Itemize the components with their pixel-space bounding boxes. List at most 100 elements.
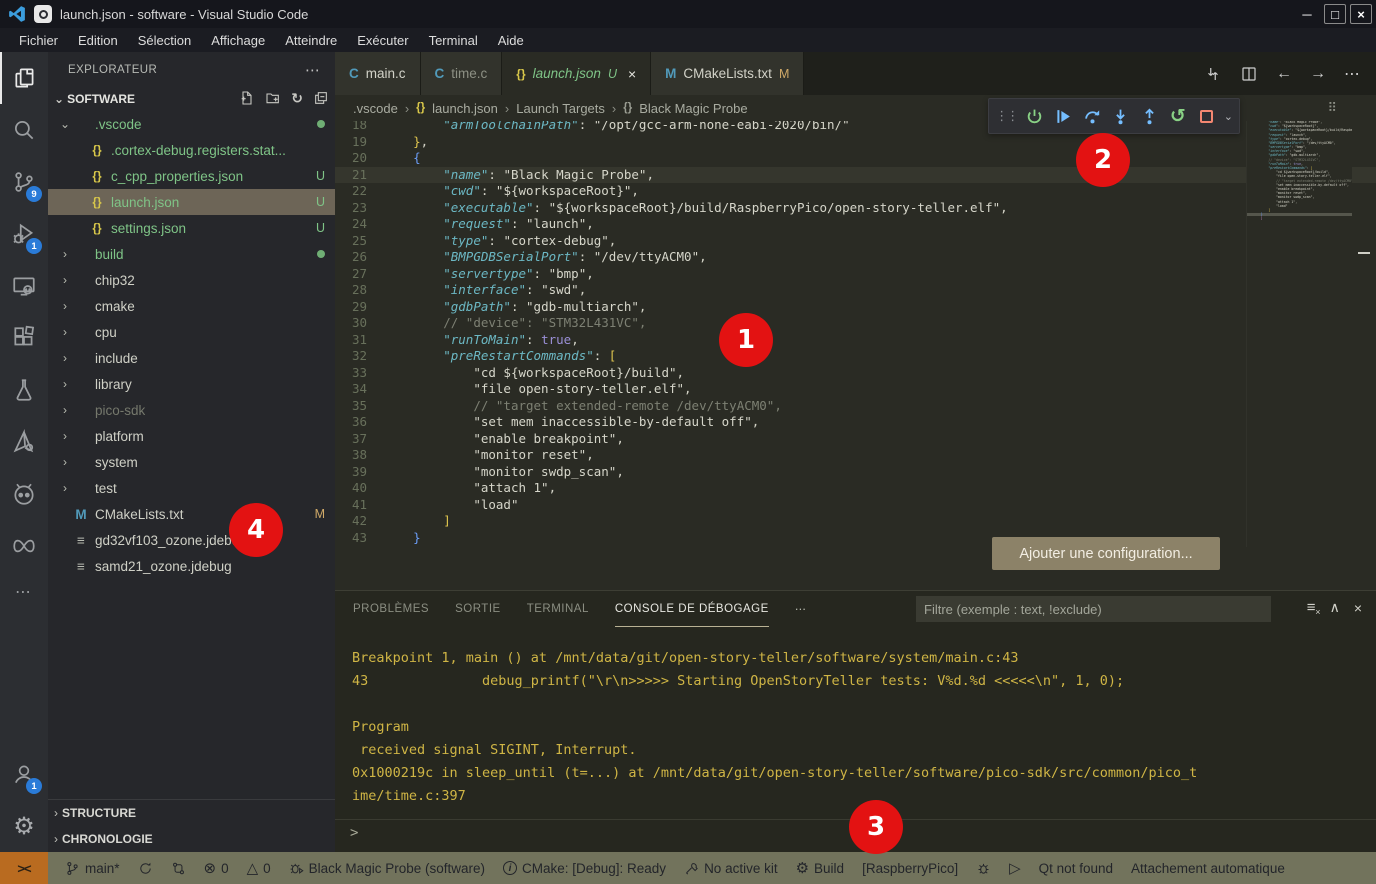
- panel-tab-proble-mes[interactable]: PROBLÈMES: [353, 591, 429, 627]
- maximize-button[interactable]: □: [1324, 4, 1346, 24]
- tree-item-build[interactable]: ›build: [48, 241, 335, 267]
- panel-tab-sortie[interactable]: SORTIE: [455, 591, 501, 627]
- restart-icon[interactable]: ↺: [1167, 103, 1190, 129]
- menu-terminal[interactable]: Terminal: [420, 31, 487, 50]
- tree-item-test[interactable]: ›test: [48, 475, 335, 501]
- toolbar-grip-icon[interactable]: ⋮⋮: [995, 103, 1018, 129]
- tree-item-cmake[interactable]: ›cmake: [48, 293, 335, 319]
- close-button[interactable]: ×: [1350, 4, 1372, 24]
- menu-edition[interactable]: Edition: [69, 31, 127, 50]
- code-line-19[interactable]: 19 },: [335, 134, 1376, 151]
- tree-item--vscode[interactable]: ⌄.vscode: [48, 111, 335, 137]
- activity-platformio-icon[interactable]: [0, 468, 48, 520]
- code-editor[interactable]: 16 "interface": "swd",17 "runToMain": tr…: [335, 95, 1376, 547]
- code-line-40[interactable]: 40 "attach 1",: [335, 480, 1376, 497]
- tree-item-system[interactable]: ›system: [48, 449, 335, 475]
- menu-affichage[interactable]: Affichage: [202, 31, 274, 50]
- code-line-36[interactable]: 36 "set mem inaccessible-by-default off"…: [335, 414, 1376, 431]
- status-main[interactable]: main*: [58, 852, 127, 884]
- step-into-icon[interactable]: [1109, 103, 1132, 129]
- menu-fichier[interactable]: Fichier: [10, 31, 67, 50]
- menu-selection[interactable]: Sélection: [129, 31, 200, 50]
- code-line-25[interactable]: 25 "type": "cortex-debug",: [335, 233, 1376, 250]
- continue-icon[interactable]: [1052, 103, 1075, 129]
- section-chronologie[interactable]: ›CHRONOLOGIE: [48, 826, 335, 852]
- activity-explorer-icon[interactable]: [0, 52, 48, 104]
- new-file-icon[interactable]: [239, 90, 255, 109]
- disconnect-icon[interactable]: [1024, 103, 1047, 129]
- code-line-34[interactable]: 34 "file open-story-teller.elf",: [335, 381, 1376, 398]
- code-line-28[interactable]: 28 "interface": "swd",: [335, 282, 1376, 299]
- status-build[interactable]: ⚙Build: [789, 852, 851, 884]
- activity-search-icon[interactable]: [0, 104, 48, 156]
- status-no-active-kit[interactable]: No active kit: [677, 852, 785, 884]
- activity-settings-gear-icon[interactable]: ⚙: [0, 800, 48, 852]
- activity-more-icon[interactable]: ⋯: [0, 572, 48, 612]
- status-attachement-automatique[interactable]: Attachement automatique: [1124, 852, 1292, 884]
- workspace-section-header[interactable]: ⌄ SOFTWARE ↻: [48, 87, 335, 111]
- activity-account-icon[interactable]: 1: [0, 748, 48, 800]
- tree-item-cpu[interactable]: ›cpu: [48, 319, 335, 345]
- close-tab-icon[interactable]: ×: [628, 66, 636, 82]
- breadcrumb-item[interactable]: .vscode: [353, 101, 398, 116]
- code-line-31[interactable]: 31 "runToMain": true,: [335, 332, 1376, 349]
- tree-item--cortex-debug-registers-stat-[interactable]: {}.cortex-debug.registers.stat...: [48, 137, 335, 163]
- close-panel-icon[interactable]: ×: [1354, 600, 1362, 616]
- more-actions-icon[interactable]: ⋯: [1344, 64, 1360, 84]
- code-line-22[interactable]: 22 "cwd": "${workspaceRoot}",: [335, 183, 1376, 200]
- panel-tab-terminal[interactable]: TERMINAL: [527, 591, 589, 627]
- code-line-37[interactable]: 37 "enable breakpoint",: [335, 431, 1376, 448]
- clear-console-icon[interactable]: ≡×: [1307, 599, 1316, 616]
- activity-cmake-tools-icon[interactable]: [0, 416, 48, 468]
- tree-item-samd21-ozone-jdebug[interactable]: ≡samd21_ozone.jdebug: [48, 553, 335, 579]
- status-cmake-debug-ready[interactable]: iCMake: [Debug]: Ready: [496, 852, 673, 884]
- tree-item-c-cpp-properties-json[interactable]: {}c_cpp_properties.jsonU: [48, 163, 335, 189]
- refresh-icon[interactable]: ↻: [291, 90, 303, 109]
- code-line-26[interactable]: 26 "BMPGDBSerialPort": "/dev/ttyACM0",: [335, 249, 1376, 266]
- code-line-24[interactable]: 24 "request": "launch",: [335, 216, 1376, 233]
- status-bug[interactable]: [969, 852, 998, 884]
- status-sync[interactable]: [131, 852, 160, 884]
- tree-item-cmakelists-txt[interactable]: MCMakeLists.txtM: [48, 501, 335, 527]
- code-line-20[interactable]: 20 {: [335, 150, 1376, 167]
- tree-item-include[interactable]: ›include: [48, 345, 335, 371]
- sidebar-more-icon[interactable]: ⋯: [305, 61, 321, 79]
- tab-time-c[interactable]: Ctime.c: [421, 52, 503, 95]
- status-raspberrypico[interactable]: [RaspberryPico]: [855, 852, 965, 884]
- minimap[interactable]: "interface": "swd", "runToMain": true, "…: [1246, 95, 1352, 547]
- add-configuration-button[interactable]: Ajouter une configuration...: [992, 537, 1220, 570]
- tree-item-library[interactable]: ›library: [48, 371, 335, 397]
- debug-filter-input[interactable]: Filtre (exemple : text, !exclude): [916, 596, 1271, 622]
- tree-item-launch-json[interactable]: {}launch.jsonU: [48, 189, 335, 215]
- navigate-back-icon[interactable]: ←: [1276, 65, 1292, 83]
- panel-tab-console-de-de-bogage[interactable]: CONSOLE DE DÉBOGAGE: [615, 591, 769, 627]
- status-black-magic-probe-software[interactable]: Black Magic Probe (software): [282, 852, 492, 884]
- scrollbar[interactable]: [1352, 95, 1376, 547]
- remote-indicator[interactable]: ><: [0, 852, 48, 884]
- tab-cmakelists-txt[interactable]: MCMakeLists.txtM: [651, 52, 804, 95]
- menu-executer[interactable]: Exécuter: [348, 31, 417, 50]
- menu-atteindre[interactable]: Atteindre: [276, 31, 346, 50]
- code-line-23[interactable]: 23 "executable": "${workspaceRoot}/build…: [335, 200, 1376, 217]
- breadcrumb-item[interactable]: Launch Targets: [516, 101, 605, 116]
- code-line-32[interactable]: 32 "preRestartCommands": [: [335, 348, 1376, 365]
- tree-item-pico-sdk[interactable]: ›pico-sdk: [48, 397, 335, 423]
- code-line-39[interactable]: 39 "monitor swdp_scan",: [335, 464, 1376, 481]
- tree-item-settings-json[interactable]: {}settings.jsonU: [48, 215, 335, 241]
- tree-item-platform[interactable]: ›platform: [48, 423, 335, 449]
- navigate-forward-icon[interactable]: →: [1310, 65, 1326, 83]
- status-0[interactable]: △0: [240, 852, 278, 884]
- code-line-27[interactable]: 27 "servertype": "bmp",: [335, 266, 1376, 283]
- new-folder-icon[interactable]: [265, 90, 281, 109]
- code-line-42[interactable]: 42 ]: [335, 513, 1376, 530]
- stop-icon[interactable]: [1195, 103, 1218, 129]
- tree-item-gd32vf103-ozone-jdebug[interactable]: ≡gd32vf103_ozone.jdebug: [48, 527, 335, 553]
- status-play[interactable]: ▷: [1002, 852, 1028, 884]
- section-structure[interactable]: ›STRUCTURE: [48, 800, 335, 826]
- breadcrumb-item[interactable]: launch.json: [432, 101, 498, 116]
- toolbar-chevron-icon[interactable]: ⌄: [1224, 110, 1233, 123]
- tab-launch-json[interactable]: {}launch.jsonU×: [502, 52, 651, 95]
- code-line-21[interactable]: 21 "name": "Black Magic Probe",: [335, 167, 1376, 184]
- activity-run-debug-icon[interactable]: 1: [0, 208, 48, 260]
- code-line-38[interactable]: 38 "monitor reset",: [335, 447, 1376, 464]
